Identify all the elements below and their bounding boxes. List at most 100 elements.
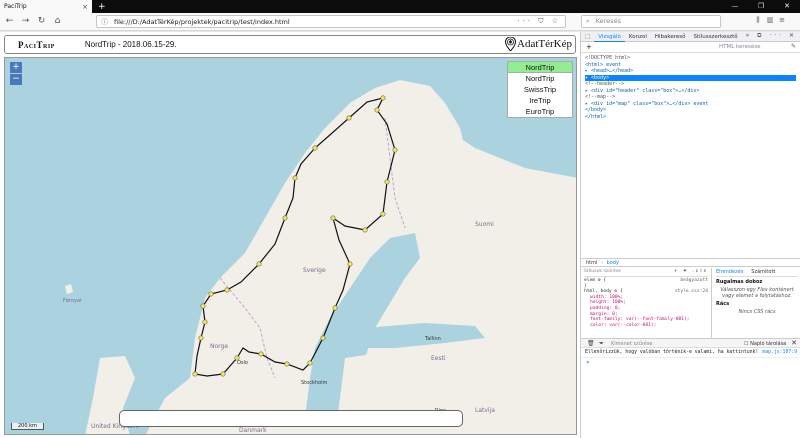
rule-source[interactable]: style.css:24 xyxy=(675,289,708,295)
map-label: Tallinn xyxy=(424,336,441,342)
trip-option-nordtrip[interactable]: NordTrip xyxy=(508,73,572,84)
url-bar[interactable]: ⓘ file:///D:/AdatTérKép/projektek/pacitr… xyxy=(96,15,566,28)
maximize-icon[interactable]: ❐ xyxy=(748,0,774,13)
browser-tab[interactable]: PaciTrip × xyxy=(0,0,92,13)
trip-stop xyxy=(320,335,326,341)
grid-note: Nincs CSS rács xyxy=(738,309,776,315)
console-filter-input[interactable]: Kimenet szűrése xyxy=(611,341,653,347)
library-icon[interactable]: ⫼ xyxy=(752,16,764,25)
trip-stop xyxy=(208,291,214,297)
trip-stop xyxy=(202,319,208,325)
tab-console[interactable]: Konzol xyxy=(625,32,651,42)
trip-stop xyxy=(330,215,336,221)
tab-debugger[interactable]: Hibakereső xyxy=(651,32,690,42)
trip-stop xyxy=(224,287,230,293)
map-canvas[interactable]: Sverige Suomi Norge Eesti Latvija Danmar… xyxy=(5,58,577,435)
rule-declaration[interactable]: font-family: var(--font-family-001); xyxy=(584,317,708,323)
trip-stop xyxy=(307,360,313,366)
rule-source[interactable]: beágyazott xyxy=(680,278,708,284)
breadcrumb-separator-icon: › xyxy=(600,260,603,266)
persist-logs-checkbox[interactable]: ☐ Napló tárolása xyxy=(744,341,786,347)
scale-bar: 200 km xyxy=(11,423,44,430)
breadcrumb-item-html[interactable]: html xyxy=(586,260,597,266)
zoom-out-button[interactable]: − xyxy=(10,74,22,85)
html-search-input[interactable]: HTML keresése xyxy=(719,44,760,50)
trip-stop xyxy=(346,115,352,121)
back-icon[interactable]: ← xyxy=(3,15,16,28)
tab-inspector[interactable]: Vizsgáló xyxy=(594,32,625,42)
map-label: Føroyar xyxy=(63,298,83,304)
minimize-icon[interactable]: — xyxy=(722,0,748,13)
trip-stop xyxy=(347,261,353,267)
eyedropper-icon[interactable]: ✎ xyxy=(791,43,796,50)
breadcrumb: html › body xyxy=(581,258,800,267)
reload-icon[interactable]: ↻ xyxy=(35,15,48,28)
zoom-in-button[interactable]: + xyxy=(10,62,22,73)
map-label: Oslo xyxy=(237,360,248,366)
close-icon[interactable]: ✕ xyxy=(791,339,797,347)
devtools-panel: ⬚ Vizsgáló Konzol Hibakereső Stílusszerk… xyxy=(580,32,800,438)
add-node-icon[interactable]: + xyxy=(586,43,592,51)
tab-computed[interactable]: Számított xyxy=(751,269,775,276)
app-header: PaciTrip NordTrip - 2018.06.15-29. AdatT… xyxy=(4,35,576,54)
markup-toolbar: + HTML keresése ✎ xyxy=(581,42,800,53)
console-message-location[interactable]: map.js:107:9 xyxy=(762,350,797,355)
zoom-control: + − xyxy=(10,62,22,86)
markup-view[interactable]: <!DOCTYPE html> <html> event ▸ <head>…</… xyxy=(581,53,800,258)
tab-layout[interactable]: Elrendezés xyxy=(716,269,743,276)
trip-option-iretrip[interactable]: IreTrip xyxy=(508,95,572,106)
rules-actions-icon[interactable]: + ✦ .cls xyxy=(674,269,708,275)
home-icon[interactable]: ⌂ xyxy=(51,15,64,28)
rule-declaration[interactable]: color: var(--color-001); xyxy=(584,323,708,329)
forward-icon[interactable]: → xyxy=(19,15,32,28)
map-label: Danmark xyxy=(239,427,267,434)
trip-stop xyxy=(256,261,262,267)
trip-stop xyxy=(384,179,390,185)
faroe-land xyxy=(65,284,73,294)
info-icon[interactable]: ⓘ xyxy=(101,17,108,27)
sidebar-icon[interactable]: ▥ xyxy=(764,16,776,25)
trip-stop xyxy=(380,95,386,101)
rules-view[interactable]: Stílusok szűrése + ✦ .cls elem ⚙ {beágya… xyxy=(581,268,712,338)
trip-stop xyxy=(392,147,398,153)
trip-option-swisstrip[interactable]: SwissTrip xyxy=(508,84,572,95)
rules-filter-input[interactable]: Stílusok szűrése + ✦ .cls xyxy=(584,269,708,277)
trash-icon[interactable]: 🗑 xyxy=(587,340,595,347)
trip-stop xyxy=(220,371,226,377)
trip-stop xyxy=(312,145,318,151)
search-input[interactable]: ⌕ Keresés xyxy=(581,15,721,28)
info-box xyxy=(119,410,463,427)
trip-option-eurotrip[interactable]: EuroTrip xyxy=(508,106,572,117)
pick-element-icon[interactable]: ⬚ xyxy=(581,32,594,42)
navigation-bar: ← → ↻ ⌂ ⓘ file:///D:/AdatTérKép/projekte… xyxy=(0,13,800,31)
window-close-icon[interactable]: ✕ xyxy=(774,0,800,13)
breadcrumb-item-body[interactable]: body xyxy=(607,260,619,266)
page-actions-icon[interactable]: ··· ⛉ ☆ xyxy=(517,17,561,26)
tab-style-editor[interactable]: Stílusszerkesztő xyxy=(690,32,742,42)
grid-section-title[interactable]: Rács xyxy=(716,301,798,307)
new-tab-icon[interactable]: + xyxy=(98,2,106,12)
trip-stop xyxy=(192,371,198,377)
map-pin-icon xyxy=(505,37,517,51)
search-placeholder: Keresés xyxy=(595,17,621,25)
page-content: PaciTrip NordTrip - 2018.06.15-29. AdatT… xyxy=(0,32,580,438)
menu-icon[interactable]: ≡ xyxy=(776,16,788,25)
trip-stop xyxy=(200,303,206,309)
trip-title: NordTrip - 2018.06.15-29. xyxy=(84,40,177,49)
filter-icon[interactable]: ⏷ xyxy=(599,340,604,348)
map-label: Suomi xyxy=(475,221,494,228)
map-label: Sverige xyxy=(303,267,326,274)
brand-name: AdatTérKép xyxy=(517,38,572,50)
devtools-options-icon[interactable]: » ⧉ ··· ✕ xyxy=(746,32,797,40)
trip-stop xyxy=(292,175,298,181)
tab-close-icon[interactable]: × xyxy=(82,3,88,11)
console-message-text: Ellenőrizzük, hogy valóban történik-e va… xyxy=(585,350,759,355)
app-logo: PaciTrip xyxy=(18,39,55,50)
map[interactable]: Sverige Suomi Norge Eesti Latvija Danmar… xyxy=(4,57,577,435)
flexbox-section-title[interactable]: Rugalmas doboz xyxy=(716,279,798,285)
markup-line[interactable]: </html> xyxy=(585,114,796,121)
devtools-tabs: ⬚ Vizsgáló Konzol Hibakereső Stílusszerk… xyxy=(581,32,800,42)
trip-menu-selected[interactable]: NordTrip xyxy=(508,62,572,73)
trip-stop xyxy=(362,227,368,233)
console-input[interactable]: » xyxy=(586,359,590,366)
